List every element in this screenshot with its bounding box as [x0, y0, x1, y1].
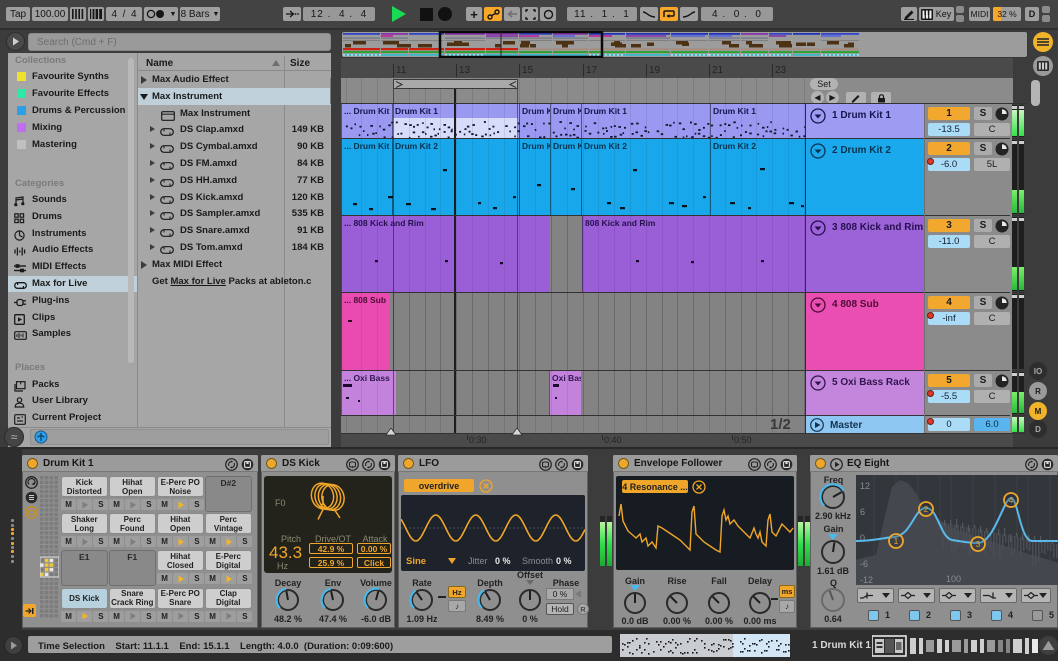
svg-text:3: 3: [976, 540, 981, 549]
svg-text:-12: -12: [860, 575, 873, 585]
svg-text:12: 12: [860, 481, 870, 491]
svg-text:4: 4: [1009, 496, 1014, 505]
svg-text:100: 100: [946, 574, 961, 584]
svg-text:2: 2: [924, 505, 929, 514]
svg-text:6: 6: [860, 507, 865, 517]
svg-text:1: 1: [894, 537, 899, 546]
svg-text:-6: -6: [860, 559, 868, 569]
